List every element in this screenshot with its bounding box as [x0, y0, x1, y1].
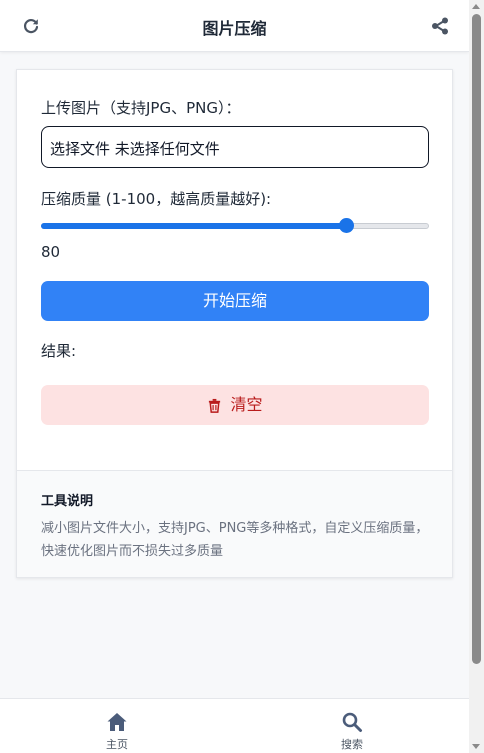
home-icon [107, 713, 127, 731]
nav-label-home: 主页 [106, 738, 128, 751]
nav-item-home[interactable]: 主页 [87, 711, 147, 752]
page-title: 图片压缩 [202, 19, 267, 38]
trash-icon [207, 398, 222, 413]
scroll-down-arrow[interactable] [472, 744, 480, 749]
nav-label-search: 搜索 [341, 738, 363, 751]
search-icon [342, 712, 362, 732]
file-input[interactable]: 选择文件 未选择任何文件 [41, 126, 429, 168]
share-icon[interactable] [430, 16, 450, 36]
quality-label: 压缩质量 (1-100，越高质量越好): [41, 190, 272, 208]
clear-button[interactable]: 清空 [41, 385, 429, 425]
scrollbar-thumb[interactable] [472, 14, 481, 664]
tool-info-description: 减小图片文件大小，支持JPG、PNG等多种格式，自定义压缩质量，快速优化图片而不… [41, 521, 429, 559]
start-compress-button[interactable]: 开始压缩 [41, 281, 429, 321]
vertical-scrollbar[interactable] [469, 0, 484, 753]
result-label: 结果: [41, 342, 77, 360]
slider-fill [41, 223, 346, 229]
top-bar: 图片压缩 [0, 0, 469, 52]
tool-info-title: 工具说明 [41, 494, 94, 509]
app-viewport: 图片压缩 上传图片（支持JPG、PNG）： 选择文件 未选择任何文件 压缩质量 … [0, 0, 469, 753]
quality-value: 80 [41, 243, 61, 261]
clear-button-label: 清空 [230, 395, 263, 414]
upload-label: 上传图片（支持JPG、PNG）： [41, 99, 241, 117]
scroll-up-arrow[interactable] [472, 4, 480, 9]
tool-info-section: 工具说明 减小图片文件大小，支持JPG、PNG等多种格式，自定义压缩质量，快速优… [17, 470, 452, 577]
slider-thumb[interactable] [339, 218, 354, 233]
quality-slider[interactable] [41, 218, 429, 234]
bottom-nav: 主页 搜索 [0, 698, 469, 753]
nav-item-search[interactable]: 搜索 [322, 711, 382, 752]
compress-card: 上传图片（支持JPG、PNG）： 选择文件 未选择任何文件 压缩质量 (1-10… [16, 69, 453, 578]
